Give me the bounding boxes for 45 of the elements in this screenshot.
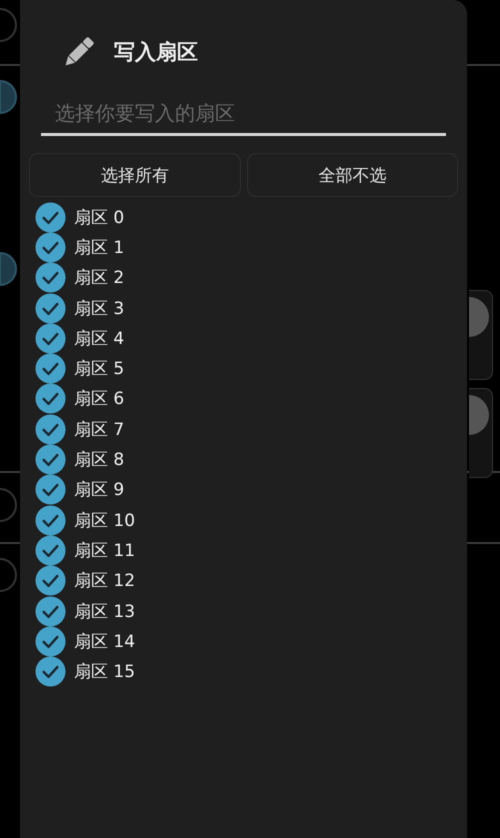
checkbox-checked-icon[interactable] — [35, 383, 66, 414]
checkbox-checked-icon[interactable] — [35, 656, 66, 688]
checkbox-checked-icon[interactable] — [35, 626, 66, 657]
checkbox-checked-icon[interactable] — [35, 292, 66, 324]
checkbox-checked-icon[interactable] — [35, 534, 66, 566]
sector-label: 扇区 1 — [74, 236, 124, 259]
checkbox-checked-icon[interactable] — [35, 322, 66, 354]
switch-knob[interactable] — [469, 395, 489, 435]
sector-label: 扇区 6 — [74, 388, 124, 410]
checkbox-checked-icon[interactable] — [35, 262, 66, 294]
sector-label: 扇区 13 — [74, 600, 136, 622]
sector-label: 扇区 14 — [74, 630, 136, 653]
sector-label: 扇区 15 — [74, 661, 136, 684]
checkbox-checked-icon[interactable] — [35, 444, 66, 476]
select-all-button[interactable]: 选择所有 — [29, 153, 240, 197]
deselect-all-button[interactable]: 全部不选 — [246, 153, 458, 197]
sector-label: 扇区 12 — [74, 570, 136, 592]
checkbox-checked-icon[interactable] — [35, 474, 66, 506]
checkbox-checked-icon[interactable] — [35, 202, 66, 233]
sector-label: 扇区 7 — [74, 418, 124, 441]
sector-label: 扇区 10 — [74, 510, 136, 532]
sector-label: 扇区 2 — [74, 267, 124, 290]
sector-label: 扇区 5 — [74, 358, 124, 380]
switch-track[interactable] — [469, 388, 493, 478]
checkbox-checked-icon[interactable] — [35, 232, 66, 263]
checkbox-checked-icon[interactable] — [35, 504, 66, 536]
sector-label: 扇区 3 — [74, 298, 124, 320]
switch-track[interactable] — [469, 290, 493, 380]
radio-button[interactable] — [0, 80, 20, 114]
checkbox-checked-icon[interactable] — [35, 414, 66, 445]
radio-button[interactable] — [0, 558, 20, 592]
sector-label: 扇区 8 — [74, 449, 124, 472]
dialog-title: 写入扇区 — [114, 39, 198, 66]
input-field[interactable]: 选择你要写入的扇区 — [41, 96, 446, 136]
radio-button[interactable] — [0, 8, 20, 42]
radio-button[interactable] — [0, 252, 20, 286]
radio-button[interactable] — [0, 488, 20, 522]
checkbox-checked-icon[interactable] — [35, 596, 66, 627]
sector-label: 扇区 0 — [74, 206, 124, 229]
checkbox-checked-icon[interactable] — [35, 353, 66, 384]
checkbox-checked-icon[interactable] — [35, 565, 66, 596]
switch-knob[interactable] — [469, 297, 489, 337]
sector-label: 扇区 11 — [74, 540, 136, 562]
sector-label: 扇区 9 — [74, 479, 124, 502]
sector-label: 扇区 4 — [74, 328, 124, 350]
